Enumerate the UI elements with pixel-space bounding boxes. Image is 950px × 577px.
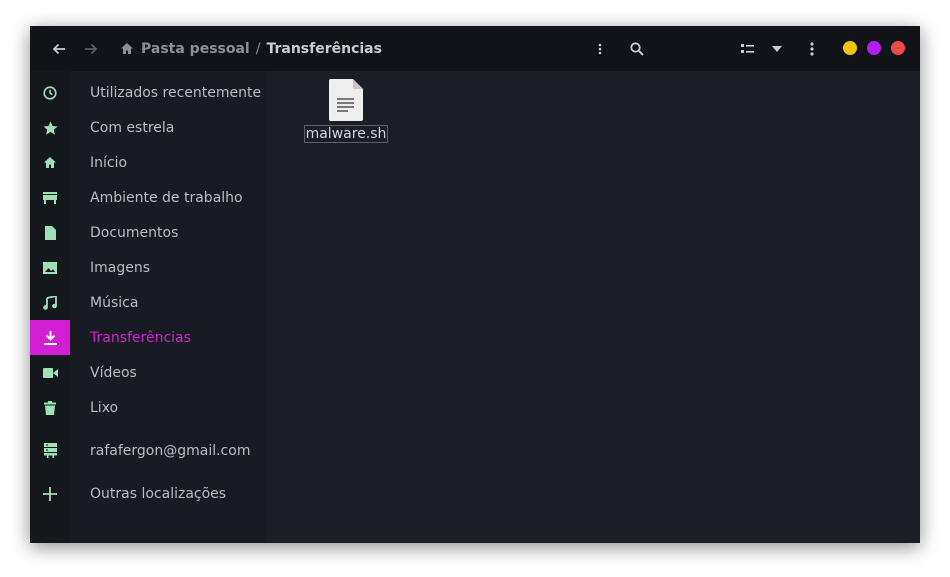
sidebar-item-recent[interactable]: Utilizados recentemente — [30, 75, 267, 110]
view-options-button[interactable] — [765, 37, 789, 61]
sidebar-item-other-locations[interactable]: Outras localizações — [30, 476, 267, 511]
arrow-left-icon — [52, 43, 65, 55]
close-button[interactable] — [891, 41, 905, 55]
sidebar-item-label: Transferências — [90, 329, 191, 346]
sidebar-item-label: Documentos — [90, 224, 179, 241]
file-view[interactable]: malware.sh — [267, 71, 920, 543]
server-icon — [43, 443, 57, 458]
forward-button[interactable] — [79, 37, 103, 61]
home-icon — [121, 43, 133, 54]
sidebar-item-label: Com estrela — [90, 119, 175, 136]
desktop-icon — [43, 191, 57, 204]
sidebar-item-label: Início — [90, 154, 128, 171]
music-icon — [43, 295, 57, 310]
search-button[interactable] — [625, 37, 649, 61]
view-mode-button[interactable] — [735, 37, 759, 61]
sidebar-item-desktop[interactable]: Ambiente de trabalho — [30, 180, 267, 215]
header-bar: Pasta pessoal / Transferências — [30, 26, 920, 71]
sidebar-item-starred[interactable]: Com estrela — [30, 110, 267, 145]
sidebar-item-label: Outras localizações — [90, 485, 227, 502]
sidebar-item-downloads[interactable]: Transferências — [30, 320, 267, 355]
sidebar-item-account[interactable]: rafafergon@gmail.com — [30, 433, 267, 468]
arrow-right-icon — [85, 43, 98, 55]
home-icon — [44, 157, 56, 168]
sidebar-item-label: Ambiente de trabalho — [90, 189, 243, 206]
sidebar-item-label: Lixo — [90, 399, 119, 416]
back-button[interactable] — [47, 37, 71, 61]
file-name: malware.sh — [303, 125, 389, 143]
download-icon — [43, 330, 57, 345]
location-menu-button[interactable] — [588, 37, 612, 61]
document-icon — [44, 225, 56, 240]
list-view-icon — [740, 44, 754, 53]
text-file-icon — [329, 79, 363, 121]
video-icon — [42, 367, 58, 378]
caret-down-icon — [772, 46, 782, 52]
main-menu-button[interactable] — [800, 37, 824, 61]
trash-icon — [44, 400, 56, 415]
sidebar-item-label: Música — [90, 294, 139, 311]
plus-icon — [43, 486, 57, 501]
breadcrumb-current[interactable]: Transferências — [266, 41, 382, 57]
breadcrumb-home[interactable]: Pasta pessoal — [120, 41, 250, 57]
search-icon — [630, 42, 644, 56]
sidebar-item-videos[interactable]: Vídeos — [30, 355, 267, 390]
sidebar-item-label: Utilizados recentemente — [90, 84, 262, 101]
sidebar-item-music[interactable]: Música — [30, 285, 267, 320]
sidebar: Utilizados recentemente Com estrela Iníc… — [30, 71, 267, 543]
breadcrumb-home-label: Pasta pessoal — [141, 40, 250, 57]
maximize-button[interactable] — [867, 41, 881, 55]
sidebar-item-trash[interactable]: Lixo — [30, 390, 267, 425]
file-item[interactable]: malware.sh — [303, 79, 389, 143]
sidebar-item-label: Imagens — [90, 259, 151, 276]
image-icon — [43, 261, 57, 274]
sidebar-item-label: Vídeos — [90, 364, 137, 381]
breadcrumb: Pasta pessoal / Transferências — [120, 26, 382, 71]
vertical-dots-icon — [598, 43, 602, 55]
vertical-dots-icon — [810, 42, 814, 56]
sidebar-item-documents[interactable]: Documentos — [30, 215, 267, 250]
star-icon — [43, 121, 57, 135]
sidebar-item-pictures[interactable]: Imagens — [30, 250, 267, 285]
breadcrumb-separator: / — [255, 40, 261, 57]
sidebar-item-home[interactable]: Início — [30, 145, 267, 180]
clock-icon — [43, 85, 57, 100]
file-manager-window: Pasta pessoal / Transferências Utilizado… — [30, 26, 920, 543]
sidebar-item-label: rafafergon@gmail.com — [90, 442, 251, 459]
minimize-button[interactable] — [843, 41, 857, 55]
